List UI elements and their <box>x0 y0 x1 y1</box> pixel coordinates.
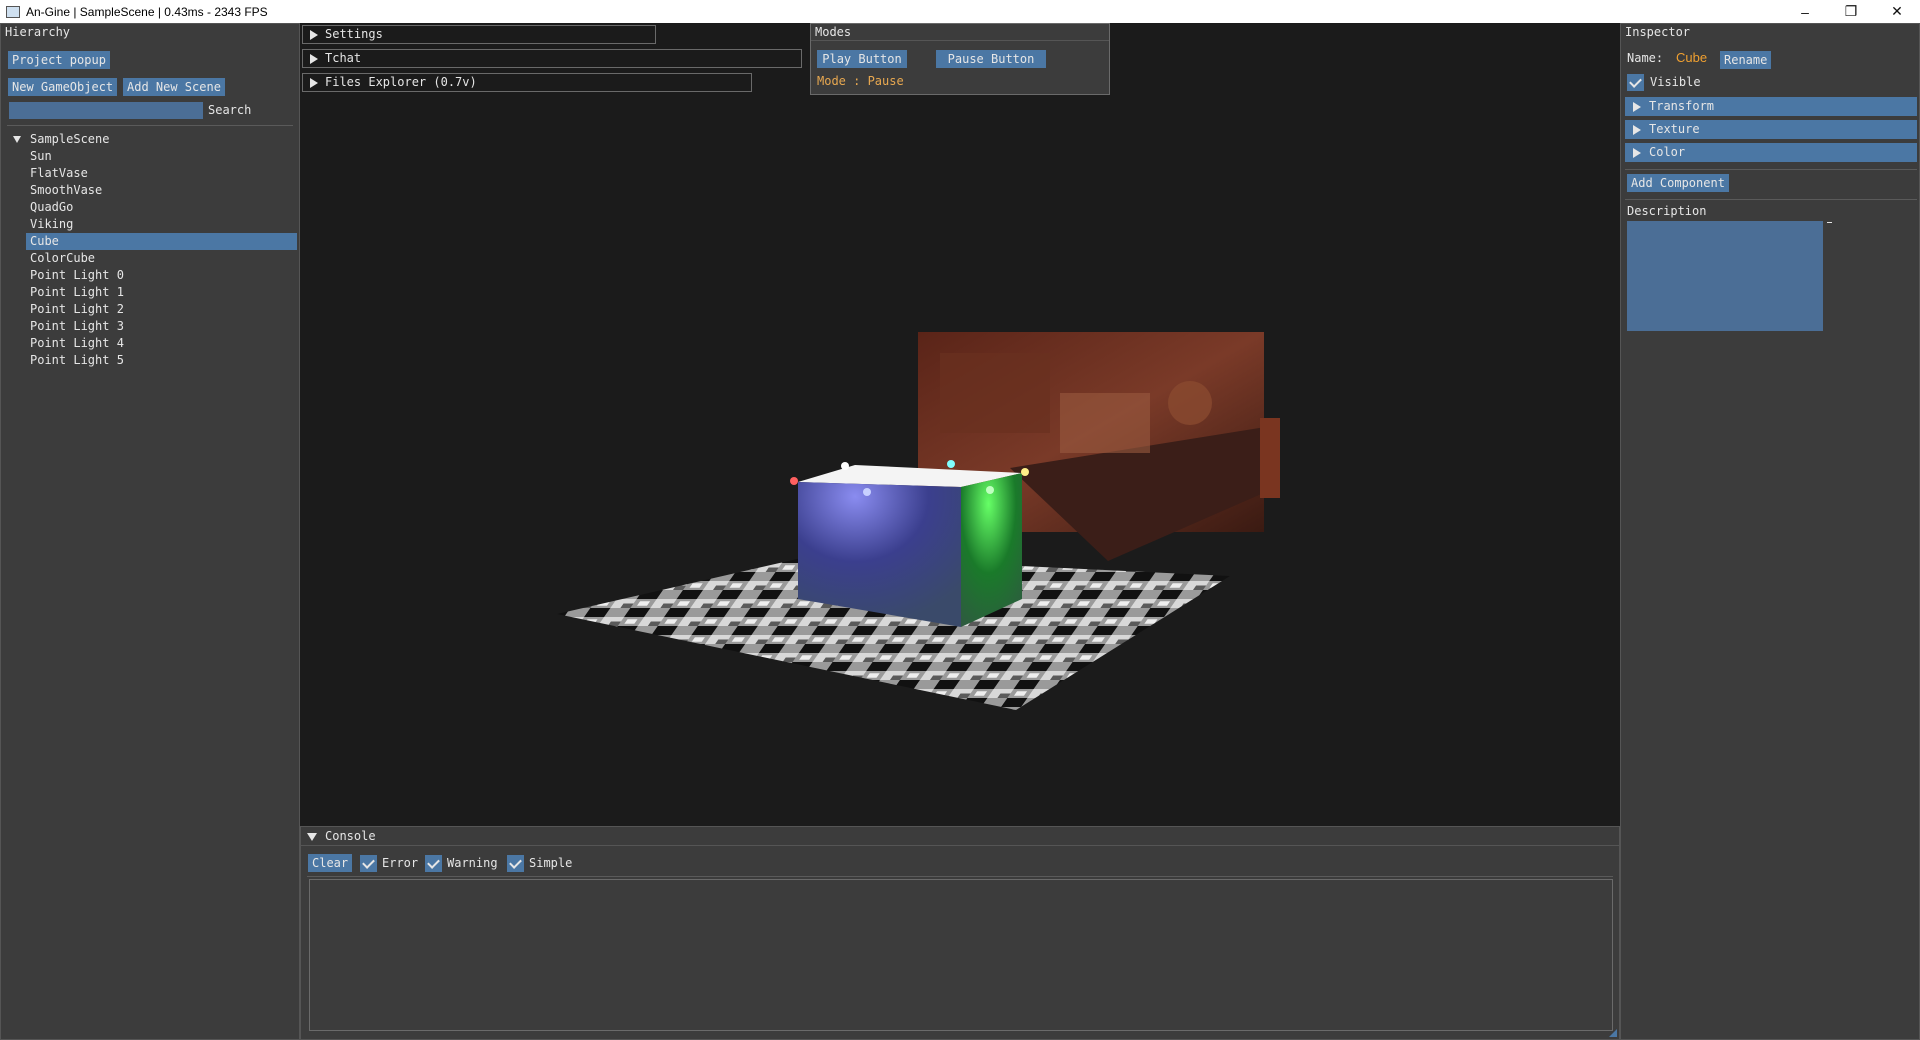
app-icon <box>6 5 20 18</box>
point-light-marker <box>1021 468 1029 476</box>
inspector-title: Inspector <box>1625 25 1691 39</box>
description-textarea[interactable] <box>1627 221 1823 331</box>
tree-item[interactable]: ColorCube <box>9 250 297 267</box>
texture-section[interactable]: Texture <box>1625 120 1917 139</box>
search-input[interactable] <box>9 102 203 119</box>
pause-button[interactable]: Pause Button <box>936 50 1046 68</box>
simple-filter-label: Simple <box>529 856 573 870</box>
simple-filter-checkbox[interactable] <box>507 855 524 872</box>
console-log[interactable] <box>309 879 1613 1031</box>
section-label: Transform <box>1649 99 1715 113</box>
console-divider <box>307 876 1613 877</box>
point-light-marker <box>841 462 849 470</box>
error-filter-checkbox[interactable] <box>360 855 377 872</box>
tree-item[interactable]: Point Light 0 <box>9 267 297 284</box>
tree-item[interactable]: Point Light 2 <box>9 301 297 318</box>
name-label: Name: <box>1627 51 1664 65</box>
add-new-scene-button[interactable]: Add New Scene <box>123 78 225 96</box>
point-light-marker <box>947 460 955 468</box>
search-label: Search <box>208 103 252 117</box>
warning-filter-label: Warning <box>447 856 498 870</box>
inspector-divider <box>1625 169 1917 170</box>
expanded-arrow-icon <box>307 833 317 841</box>
color-section[interactable]: Color <box>1625 143 1917 162</box>
scene-root[interactable]: SampleScene <box>9 131 297 148</box>
description-label: Description <box>1627 204 1707 218</box>
tree-item[interactable]: QuadGo <box>9 199 297 216</box>
play-button[interactable]: Play Button <box>817 50 907 68</box>
visible-label: Visible <box>1650 75 1701 89</box>
console-panel: Console Clear Error Warning Simple <box>300 826 1620 1040</box>
visible-checkbox[interactable] <box>1627 74 1644 91</box>
restore-icon[interactable]: ❐ <box>1828 0 1874 23</box>
tree-item[interactable]: FlatVase <box>9 165 297 182</box>
point-light-marker <box>863 488 871 496</box>
close-icon[interactable]: ✕ <box>1874 0 1920 23</box>
inspector-divider <box>1625 199 1917 200</box>
resize-grip-icon[interactable] <box>1609 1029 1617 1037</box>
tree-item[interactable]: Viking <box>9 216 297 233</box>
tree-item[interactable]: Point Light 4 <box>9 335 297 352</box>
tree-item[interactable]: Point Light 5 <box>9 352 297 369</box>
hierarchy-panel: Hierarchy Project popup New GameObject A… <box>0 23 300 1040</box>
rename-button[interactable]: Rename <box>1720 51 1772 69</box>
collapsed-arrow-icon <box>1633 102 1641 112</box>
tree-item[interactable]: Point Light 1 <box>9 284 297 301</box>
object-name: Cube <box>1676 50 1708 65</box>
section-label: Color <box>1649 145 1686 159</box>
collapsed-arrow-icon <box>1633 125 1641 135</box>
transform-section[interactable]: Transform <box>1625 97 1917 116</box>
tree-item[interactable]: Point Light 3 <box>9 318 297 335</box>
tree-item-selected[interactable]: Cube <box>26 233 297 250</box>
project-popup-button[interactable]: Project popup <box>8 51 110 69</box>
collapsed-arrow-icon <box>1633 148 1641 158</box>
scene-render <box>557 332 1280 710</box>
minimize-icon[interactable]: – <box>1782 0 1828 23</box>
inspector-panel: Inspector Name: Cube Rename Visible Tran… <box>1620 23 1920 1040</box>
modes-title: Modes <box>811 24 1109 41</box>
modes-window: Modes Play Button Pause Button Mode : Pa… <box>810 23 1110 95</box>
new-gameobject-button[interactable]: New GameObject <box>8 78 118 96</box>
scene-viewport[interactable]: Settings Tchat Files Explorer (0.7v) <box>300 23 1620 826</box>
expand-arrow-icon[interactable] <box>9 131 23 148</box>
hierarchy-divider <box>7 125 293 126</box>
tree-item[interactable]: Sun <box>9 148 297 165</box>
window-titlebar: An-Gine | SampleScene | 0.43ms - 2343 FP… <box>0 0 1920 23</box>
scene-root-label: SampleScene <box>30 132 110 146</box>
error-filter-label: Error <box>382 856 419 870</box>
point-light-marker <box>986 486 994 494</box>
warning-filter-checkbox[interactable] <box>425 855 442 872</box>
console-title: Console <box>325 829 376 843</box>
section-label: Texture <box>1649 122 1700 136</box>
mode-status: Mode : Pause <box>817 74 904 88</box>
text-cursor <box>1827 222 1832 223</box>
window-title: An-Gine | SampleScene | 0.43ms - 2343 FP… <box>26 4 268 19</box>
tree-item[interactable]: SmoothVase <box>9 182 297 199</box>
console-header[interactable]: Console <box>301 827 1619 846</box>
clear-button[interactable]: Clear <box>308 854 353 872</box>
scene-tree: SampleScene Sun FlatVase SmoothVase Quad… <box>9 131 297 369</box>
add-component-button[interactable]: Add Component <box>1627 174 1729 192</box>
hierarchy-title: Hierarchy <box>5 25 71 39</box>
point-light-marker <box>790 477 798 485</box>
